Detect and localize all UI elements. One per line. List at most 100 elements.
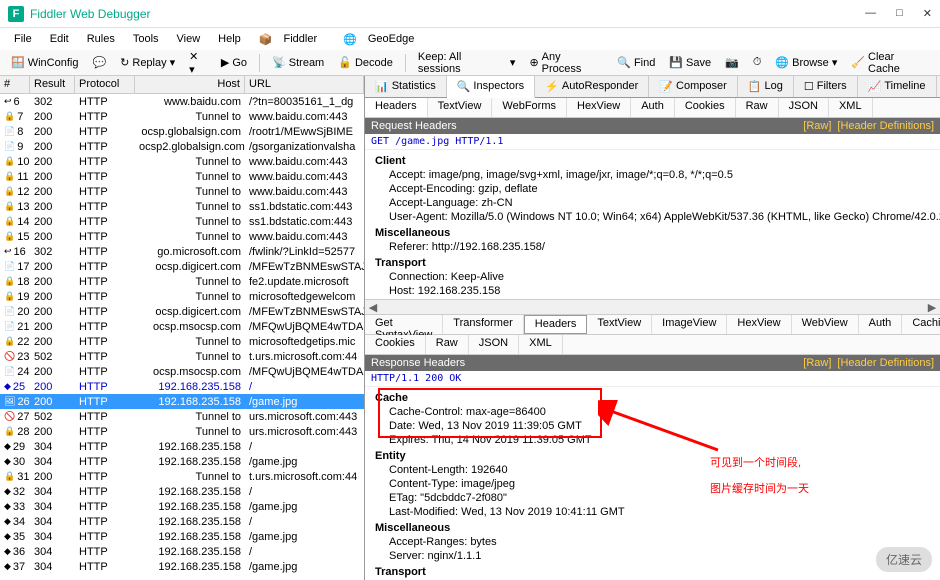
col-url[interactable]: URL bbox=[245, 76, 364, 93]
col-host[interactable]: Host bbox=[135, 76, 245, 93]
tab-inspectors[interactable]: 🔍 Inspectors bbox=[447, 76, 535, 98]
menu-file[interactable]: File bbox=[6, 31, 40, 47]
session-row[interactable]: 📄8200HTTPocsp.globalsign.com/rootr1/MEww… bbox=[0, 124, 364, 139]
screenshot-button[interactable]: 📷 bbox=[720, 54, 744, 71]
req-defs-link[interactable]: [Header Definitions] bbox=[837, 120, 934, 132]
menu-edit[interactable]: Edit bbox=[42, 31, 77, 47]
session-row[interactable]: ◆35304HTTP192.168.235.158/game.jpg bbox=[0, 529, 364, 544]
session-row[interactable]: ◆25200HTTP192.168.235.158/ bbox=[0, 379, 364, 394]
menu-geoedge[interactable]: 🌐 GeoEdge bbox=[335, 29, 430, 49]
session-row[interactable]: 🚫23502HTTPTunnel tot.urs.microsoft.com:4… bbox=[0, 349, 364, 364]
resp-tab-json[interactable]: JSON bbox=[469, 335, 519, 354]
tab-composer[interactable]: 📝 Composer bbox=[649, 76, 737, 97]
stream-button[interactable]: 📡 Stream bbox=[267, 54, 329, 71]
session-row[interactable]: 🖼26200HTTP192.168.235.158/game.jpg bbox=[0, 394, 364, 409]
keep-sessions-dropdown[interactable]: Keep: All sessions ▾ bbox=[413, 49, 521, 77]
tab-filters[interactable]: ☐ Filters bbox=[794, 76, 858, 97]
session-row[interactable]: 🔒31200HTTPTunnel tot.urs.microsoft.com:4… bbox=[0, 469, 364, 484]
resp-tab-imageview[interactable]: ImageView bbox=[652, 315, 727, 334]
replay-button[interactable]: ↻ Replay ▾ bbox=[115, 54, 180, 71]
tab-statistics[interactable]: 📊 Statistics bbox=[365, 76, 447, 97]
tab-log[interactable]: 📋 Log bbox=[738, 76, 794, 97]
tab-timeline[interactable]: 📈 Timeline bbox=[858, 76, 937, 97]
session-row[interactable]: 🔒28200HTTPTunnel tours.microsoft.com:443 bbox=[0, 424, 364, 439]
request-line: GET /game.jpg HTTP/1.1 bbox=[365, 134, 940, 150]
menu-rules[interactable]: Rules bbox=[79, 31, 123, 47]
req-tab-hexview[interactable]: HexView bbox=[567, 98, 631, 117]
session-row[interactable]: ◆34304HTTP192.168.235.158/ bbox=[0, 514, 364, 529]
session-row[interactable]: 🔒12200HTTPTunnel towww.baidu.com:443 bbox=[0, 184, 364, 199]
resp-defs-link[interactable]: [Header Definitions] bbox=[837, 357, 934, 369]
session-row[interactable]: ↩16302HTTPgo.microsoft.com/fwlink/?LinkI… bbox=[0, 244, 364, 259]
req-tab-cookies[interactable]: Cookies bbox=[675, 98, 736, 117]
resp-tab-cookies[interactable]: Cookies bbox=[365, 335, 426, 354]
any-process-button[interactable]: ⊕ Any Process bbox=[524, 49, 608, 77]
decode-button[interactable]: 🔓 Decode bbox=[333, 54, 398, 71]
session-row[interactable]: ↩6302HTTPwww.baidu.com/?tn=80035161_1_dg bbox=[0, 94, 364, 109]
horizontal-scrollbar[interactable]: ◀▶ bbox=[365, 299, 940, 315]
tab-autoresponder[interactable]: ⚡ AutoResponder bbox=[535, 76, 649, 97]
resp-tab-webview[interactable]: WebView bbox=[792, 315, 859, 334]
menu-help[interactable]: Help bbox=[210, 31, 249, 47]
resp-tab-syntax[interactable]: Get SyntaxView bbox=[365, 315, 443, 334]
resp-tab-auth[interactable]: Auth bbox=[859, 315, 903, 334]
session-row[interactable]: ◆36304HTTP192.168.235.158/ bbox=[0, 544, 364, 559]
maximize-button[interactable]: □ bbox=[896, 7, 903, 20]
menu-view[interactable]: View bbox=[169, 31, 209, 47]
session-row[interactable]: 🔒11200HTTPTunnel towww.baidu.com:443 bbox=[0, 169, 364, 184]
close-button[interactable]: ✕ bbox=[923, 7, 932, 20]
session-row[interactable]: 📄21200HTTPocsp.msocsp.com/MFQwUjBQME4wTD… bbox=[0, 319, 364, 334]
session-row[interactable]: 📄17200HTTPocsp.digicert.com/MFEwTzBNMEsw… bbox=[0, 259, 364, 274]
resp-tab-textview[interactable]: TextView bbox=[587, 315, 652, 334]
winconfig-button[interactable]: 🪟 WinConfig bbox=[6, 54, 83, 71]
clear-cache-button[interactable]: 🧹 Clear Cache bbox=[846, 49, 934, 77]
minimize-button[interactable]: — bbox=[865, 7, 876, 20]
resp-tab-caching[interactable]: Caching bbox=[902, 315, 940, 334]
timer-button[interactable]: ⏱ bbox=[748, 54, 767, 71]
browse-button[interactable]: 🌐 Browse ▾ bbox=[770, 54, 842, 71]
session-row[interactable]: 📄20200HTTPocsp.digicert.com/MFEwTzBNMEsw… bbox=[0, 304, 364, 319]
go-button[interactable]: ▶ Go bbox=[216, 54, 252, 71]
session-row[interactable]: 🔒13200HTTPTunnel toss1.bdstatic.com:443 bbox=[0, 199, 364, 214]
col-result[interactable]: Result bbox=[30, 76, 75, 93]
request-headers: Client Accept: image/png, image/svg+xml,… bbox=[365, 150, 940, 299]
remove-button[interactable]: ✕ ▾ bbox=[184, 48, 212, 78]
session-list[interactable]: ↩6302HTTPwww.baidu.com/?tn=80035161_1_dg… bbox=[0, 94, 364, 580]
session-row[interactable]: 🚫27502HTTPTunnel tours.microsoft.com:443 bbox=[0, 409, 364, 424]
req-tab-auth[interactable]: Auth bbox=[631, 98, 675, 117]
resp-tab-xml[interactable]: XML bbox=[519, 335, 563, 354]
req-tab-textview[interactable]: TextView bbox=[428, 98, 493, 117]
session-row[interactable]: ◆32304HTTP192.168.235.158/ bbox=[0, 484, 364, 499]
resp-tab-raw[interactable]: Raw bbox=[426, 335, 469, 354]
session-row[interactable]: ◆30304HTTP192.168.235.158/game.jpg bbox=[0, 454, 364, 469]
session-row[interactable]: 🔒18200HTTPTunnel tofe2.update.microsoft bbox=[0, 274, 364, 289]
menu-tools[interactable]: Tools bbox=[125, 31, 167, 47]
session-row[interactable]: 📄24200HTTPocsp.msocsp.com/MFQwUjBQME4wTD… bbox=[0, 364, 364, 379]
session-row[interactable]: 🔒19200HTTPTunnel tomicrosoftedgewelcom bbox=[0, 289, 364, 304]
req-tab-headers[interactable]: Headers bbox=[365, 98, 428, 117]
session-row[interactable]: ◆33304HTTP192.168.235.158/game.jpg bbox=[0, 499, 364, 514]
session-row[interactable]: ◆37304HTTP192.168.235.158/game.jpg bbox=[0, 559, 364, 574]
resp-tab-hexview[interactable]: HexView bbox=[727, 315, 791, 334]
resp-tab-transformer[interactable]: Transformer bbox=[443, 315, 524, 334]
session-row[interactable]: 🔒10200HTTPTunnel towww.baidu.com:443 bbox=[0, 154, 364, 169]
req-tab-xml[interactable]: XML bbox=[829, 98, 873, 117]
menu-fiddler[interactable]: 📦 Fiddler bbox=[251, 29, 333, 49]
session-row[interactable]: 🔒15200HTTPTunnel towww.baidu.com:443 bbox=[0, 229, 364, 244]
req-tab-raw[interactable]: Raw bbox=[736, 98, 779, 117]
find-button[interactable]: 🔍 Find bbox=[612, 54, 660, 71]
session-row[interactable]: 📄9200HTTPocsp2.globalsign.com/gsorganiza… bbox=[0, 139, 364, 154]
session-row[interactable]: 🔒14200HTTPTunnel toss1.bdstatic.com:443 bbox=[0, 214, 364, 229]
session-row[interactable]: ◆29304HTTP192.168.235.158/ bbox=[0, 439, 364, 454]
session-row[interactable]: 🔒7200HTTPTunnel towww.baidu.com:443 bbox=[0, 109, 364, 124]
comment-button[interactable]: 💬 bbox=[87, 54, 111, 71]
resp-tab-headers[interactable]: Headers bbox=[524, 315, 588, 334]
req-raw-link[interactable]: [Raw] bbox=[803, 120, 831, 132]
session-row[interactable]: 🔒22200HTTPTunnel tomicrosoftedgetips.mic bbox=[0, 334, 364, 349]
col-protocol[interactable]: Protocol bbox=[75, 76, 135, 93]
resp-raw-link[interactable]: [Raw] bbox=[803, 357, 831, 369]
req-tab-webforms[interactable]: WebForms bbox=[492, 98, 567, 117]
col-id[interactable]: # bbox=[0, 76, 30, 93]
req-tab-json[interactable]: JSON bbox=[779, 98, 829, 117]
save-button[interactable]: 💾 Save bbox=[664, 54, 716, 71]
